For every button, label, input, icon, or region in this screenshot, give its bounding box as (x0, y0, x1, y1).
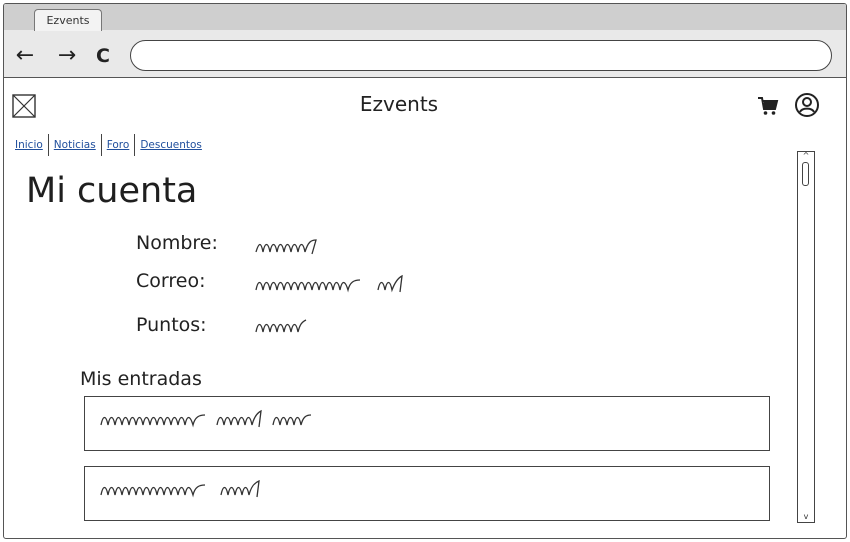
nav-link-foro[interactable]: Foro (102, 134, 136, 156)
browser-chrome: Ezvents ← → C (4, 4, 846, 78)
nav-link-inicio[interactable]: Inicio (10, 134, 49, 156)
email-label: Correo: (136, 270, 206, 292)
ticket-text-scribble (100, 479, 260, 498)
scroll-up-icon[interactable]: ^ (798, 151, 814, 161)
tab-strip: Ezvents (4, 4, 846, 31)
image-placeholder-icon (12, 94, 36, 118)
name-value-scribble (255, 239, 317, 255)
browser-window: Ezvents ← → C Ezvents Inicio Noticias Fo… (3, 3, 847, 539)
ticket-text-scribble (100, 409, 312, 428)
reload-icon[interactable]: C (92, 43, 114, 69)
ticket-item[interactable] (84, 466, 770, 521)
address-bar[interactable] (130, 40, 832, 71)
ticket-item[interactable] (84, 396, 770, 451)
arrow-left-icon[interactable]: ← (14, 43, 36, 69)
nav-links: Inicio Noticias Foro Descuentos (10, 133, 207, 157)
points-label: Puntos: (136, 314, 207, 336)
scroll-thumb[interactable] (802, 162, 809, 186)
app-title: Ezvents (359, 92, 439, 116)
browser-tab[interactable]: Ezvents (34, 9, 102, 31)
scroll-down-icon[interactable]: v (798, 512, 814, 522)
vertical-scrollbar[interactable]: ^ v (797, 151, 815, 523)
page-content: Ezvents Inicio Noticias Foro Descuentos … (4, 78, 846, 538)
arrow-right-icon[interactable]: → (56, 43, 78, 69)
nav-link-noticias[interactable]: Noticias (49, 134, 102, 156)
tickets-heading: Mis entradas (80, 368, 202, 390)
cart-icon[interactable] (756, 94, 780, 118)
nav-link-descuentos[interactable]: Descuentos (135, 134, 207, 156)
user-icon[interactable] (794, 92, 820, 118)
name-label: Nombre: (136, 232, 218, 254)
email-value-scribble (255, 274, 403, 293)
points-value-scribble (255, 319, 307, 333)
page-title: Mi cuenta (26, 171, 198, 211)
